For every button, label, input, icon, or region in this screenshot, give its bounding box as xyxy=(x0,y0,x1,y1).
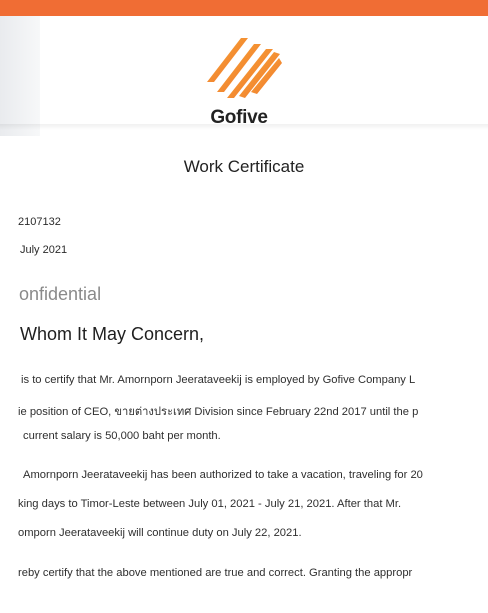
confidential-label: onfidential xyxy=(19,284,102,304)
reference-number: 2107132 xyxy=(18,216,61,228)
document-title: Work Certificate xyxy=(183,157,305,176)
paragraph-line: king days to Timor-Leste between July 01… xyxy=(18,498,402,510)
background-panel xyxy=(0,16,40,136)
brand-name: Gofive xyxy=(210,107,268,128)
paragraph-line: reby certify that the above mentioned ar… xyxy=(18,567,413,579)
brand-top-bar xyxy=(0,0,488,16)
paragraph-line: is to certify that Mr. Amornporn Jeerata… xyxy=(21,374,416,386)
paragraph-line: Amornporn Jeerataveekij has been authori… xyxy=(23,469,423,481)
paragraph-line: omporn Jeerataveekij will continue duty … xyxy=(18,527,302,539)
certificate-body: 2107132 July 2021 onfidential Whom It Ma… xyxy=(0,200,488,613)
paragraph-line: current salary is 50,000 baht per month. xyxy=(23,430,221,442)
document-date: July 2021 xyxy=(20,244,68,256)
paragraph-line: ie position of CEO, ขายต่างประเทศ Divisi… xyxy=(18,406,419,418)
gofive-logo: Gofive xyxy=(193,32,285,136)
logo-stripes-icon xyxy=(207,38,282,98)
salutation: Whom It May Concern, xyxy=(20,324,205,344)
